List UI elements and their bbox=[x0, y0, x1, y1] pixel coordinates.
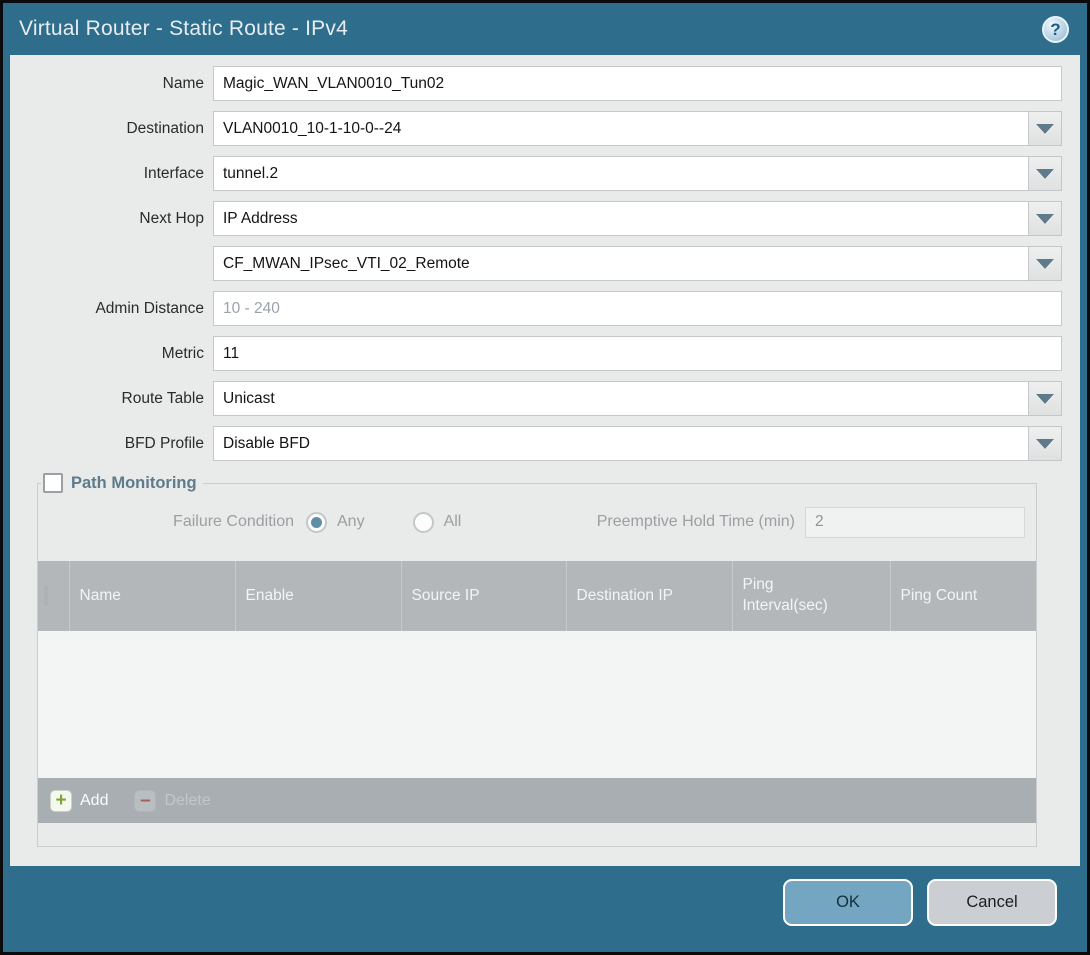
next-hop-address-dropdown-button[interactable] bbox=[1029, 246, 1062, 281]
radio-all[interactable] bbox=[413, 512, 434, 533]
route-table-dropdown-button[interactable] bbox=[1029, 381, 1062, 416]
metric-input[interactable] bbox=[213, 336, 1062, 371]
metric-label: Metric bbox=[10, 345, 213, 363]
interface-dropdown-button[interactable] bbox=[1029, 156, 1062, 191]
plus-icon: + bbox=[50, 790, 72, 812]
bfd-profile-dropdown-button[interactable] bbox=[1029, 426, 1062, 461]
admin-distance-row: Admin Distance bbox=[10, 291, 1062, 326]
select-all-checkbox[interactable] bbox=[44, 585, 48, 606]
interface-label: Interface bbox=[10, 165, 213, 183]
path-monitoring-table: Name Enable Source IP Destination IP Pin… bbox=[38, 561, 1036, 823]
radio-any[interactable] bbox=[306, 512, 327, 533]
table-header-row: Name Enable Source IP Destination IP Pin… bbox=[38, 561, 1036, 631]
add-button[interactable]: + Add bbox=[50, 790, 108, 812]
path-monitoring-legend: Path Monitoring bbox=[41, 473, 203, 493]
failure-condition-label: Failure Condition bbox=[38, 513, 306, 531]
delete-button[interactable]: – Delete bbox=[134, 790, 210, 812]
table-toolbar: + Add – Delete bbox=[38, 778, 1036, 823]
dialog-titlebar: Virtual Router - Static Route - IPv4 ? bbox=[3, 3, 1087, 55]
chevron-down-icon bbox=[1036, 394, 1054, 404]
column-header-source-ip: Source IP bbox=[401, 561, 566, 631]
delete-button-label: Delete bbox=[164, 792, 210, 810]
route-table-input[interactable] bbox=[213, 381, 1029, 416]
add-button-label: Add bbox=[80, 792, 108, 810]
next-hop-type-dropdown-button[interactable] bbox=[1029, 201, 1062, 236]
admin-distance-label: Admin Distance bbox=[10, 300, 213, 318]
static-route-dialog: Virtual Router - Static Route - IPv4 ? N… bbox=[0, 0, 1090, 955]
next-hop-address-input[interactable] bbox=[213, 246, 1029, 281]
path-monitoring-checkbox[interactable] bbox=[43, 473, 63, 493]
failure-condition-options: Any All bbox=[306, 512, 499, 533]
dialog-footer: OK Cancel bbox=[3, 866, 1087, 952]
interface-input[interactable] bbox=[213, 156, 1029, 191]
chevron-down-icon bbox=[1036, 259, 1054, 269]
interface-row: Interface bbox=[10, 156, 1062, 191]
dialog-content: Name Destination Interface bbox=[10, 55, 1080, 866]
preemptive-hold-time-label: Preemptive Hold Time (min) bbox=[597, 513, 805, 531]
bfd-profile-row: BFD Profile bbox=[10, 426, 1062, 461]
destination-row: Destination bbox=[10, 111, 1062, 146]
column-header-ping-count: Ping Count bbox=[890, 561, 1036, 631]
next-hop-label: Next Hop bbox=[10, 210, 213, 228]
name-input[interactable] bbox=[213, 66, 1062, 101]
route-table-row: Route Table bbox=[10, 381, 1062, 416]
name-row: Name bbox=[10, 66, 1062, 101]
route-table-label: Route Table bbox=[10, 390, 213, 408]
column-header-ping-interval: Ping Interval(sec) bbox=[732, 561, 890, 631]
destination-input[interactable] bbox=[213, 111, 1029, 146]
column-header-name: Name bbox=[69, 561, 235, 631]
path-monitoring-title: Path Monitoring bbox=[71, 474, 197, 493]
metric-row: Metric bbox=[10, 336, 1062, 371]
ok-button[interactable]: OK bbox=[783, 879, 913, 926]
minus-icon: – bbox=[134, 790, 156, 812]
failure-condition-row: Failure Condition Any All Preemptive Hol… bbox=[38, 505, 1036, 539]
bfd-profile-label: BFD Profile bbox=[10, 435, 213, 453]
admin-distance-input[interactable] bbox=[213, 291, 1062, 326]
next-hop-address-row bbox=[10, 246, 1062, 281]
bfd-profile-input[interactable] bbox=[213, 426, 1029, 461]
table-empty-body bbox=[38, 631, 1036, 778]
column-header-destination-ip: Destination IP bbox=[566, 561, 732, 631]
preemptive-hold-time-input[interactable] bbox=[805, 507, 1025, 538]
next-hop-type-input[interactable] bbox=[213, 201, 1029, 236]
radio-all-label: All bbox=[444, 513, 462, 531]
help-icon[interactable]: ? bbox=[1042, 16, 1069, 43]
destination-dropdown-button[interactable] bbox=[1029, 111, 1062, 146]
chevron-down-icon bbox=[1036, 124, 1054, 134]
dialog-title: Virtual Router - Static Route - IPv4 bbox=[19, 17, 1042, 41]
chevron-down-icon bbox=[1036, 439, 1054, 449]
name-label: Name bbox=[10, 75, 213, 93]
column-header-enable: Enable bbox=[235, 561, 401, 631]
chevron-down-icon bbox=[1036, 169, 1054, 179]
next-hop-row: Next Hop bbox=[10, 201, 1062, 236]
path-monitoring-section: Path Monitoring Failure Condition Any Al… bbox=[37, 473, 1037, 847]
cancel-button[interactable]: Cancel bbox=[927, 879, 1057, 926]
radio-any-label: Any bbox=[337, 513, 365, 531]
chevron-down-icon bbox=[1036, 214, 1054, 224]
destination-label: Destination bbox=[10, 120, 213, 138]
